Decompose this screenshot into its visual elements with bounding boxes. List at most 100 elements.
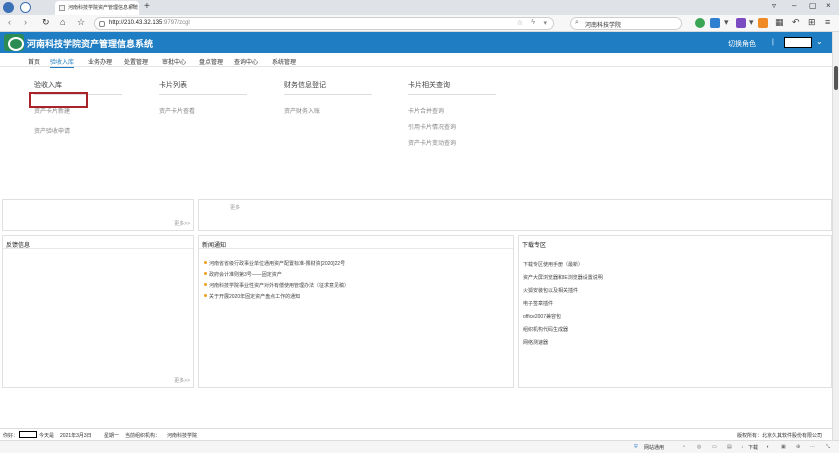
speed-mode-icon[interactable]: ϟ [531, 19, 535, 26]
nav-approval[interactable]: 审批中心 [162, 57, 186, 66]
download-item[interactable]: 组织机构代码生成器 [523, 326, 603, 333]
extension-purple-icon[interactable] [736, 18, 746, 28]
new-tab-icon[interactable]: + [144, 1, 150, 12]
browser-menu-icon[interactable] [20, 2, 31, 13]
menu-item-merge-query[interactable]: 卡片合并查询 [408, 106, 496, 115]
acceptance-menu: 验收入库 资产卡片新建 资产验收申请 卡片列表 资产卡片查看 财务信息登记 资产… [0, 68, 832, 198]
news-item[interactable]: 河南省省级行政事业单位通用资产配置标准-豫财资[2020]22号 [204, 260, 349, 267]
close-tab-icon[interactable]: × [131, 3, 135, 10]
download-item[interactable]: 资产大屏浏览器和IE浏览器设置说明 [523, 274, 603, 281]
scrollbar-thumb[interactable] [834, 66, 838, 90]
url-path: :9797/zcgl [162, 20, 190, 26]
menu-icon[interactable]: ≡ [825, 17, 830, 27]
download-panel: 下载专区 下载专区使用手册（最新） 资产大屏浏览器和IE浏览器设置说明 火狐安装… [518, 235, 832, 388]
news-item[interactable]: 政府会计准则第3号——固定资产 [204, 271, 349, 278]
back-icon[interactable]: ‹ [8, 17, 11, 27]
url-dropdown-icon[interactable]: ▾ [543, 19, 547, 27]
download-item[interactable]: 下载专区使用手册（最新） [523, 261, 603, 268]
browser-status-bar: ⛨ 网站通用 ◔ ◎ ▭ ▤ ↓ 下载 ◖ ▣ ⊕ ⋯ ⤡ [0, 440, 839, 453]
user-name-box[interactable] [784, 37, 812, 48]
download-item[interactable]: 火狐安装包以及相关插件 [523, 287, 603, 294]
more-link[interactable]: 更多 [230, 204, 240, 211]
search-icon: ⌕ [575, 19, 579, 26]
reload-icon[interactable]: ↻ [42, 17, 50, 28]
extension-dropdown-icon[interactable]: ▾ [749, 17, 754, 28]
more-link[interactable]: 更多>> [174, 220, 190, 227]
download-label[interactable]: 下载 [748, 444, 758, 451]
bell-icon[interactable]: ◔ [682, 444, 685, 450]
zoom-icon[interactable]: ⊕ [796, 444, 800, 450]
menu-column-header: 卡片列表 [159, 80, 247, 95]
nav-inventory[interactable]: 盘点管理 [199, 57, 223, 66]
news-panel: 新闻通知 河南省省级行政事业单位通用资产配置标准-豫财资[2020]22号 政府… [198, 235, 514, 388]
app-header: 河南科技学院资产管理信息系统 切换角色 | ⌄ [0, 32, 832, 53]
site-info-icon[interactable] [99, 21, 105, 27]
switch-role-button[interactable]: 切换角色 [728, 39, 756, 49]
tools-icon[interactable]: ▣ [781, 444, 786, 450]
menu-column-header: 财务信息登记 [284, 80, 372, 95]
vertical-scrollbar[interactable] [832, 32, 839, 440]
copyright-text: 版权所有：北京久其软件股份有限公司 [737, 433, 823, 439]
url-input[interactable]: http://210.43.32.135:9797/zcgl ☆ ϟ ▾ [94, 17, 554, 30]
browser-logo-icon[interactable] [3, 2, 14, 13]
chevron-down-icon[interactable]: ⌄ [816, 37, 823, 46]
news-list: 河南省省级行政事业单位通用资产配置标准-豫财资[2020]22号 政府会计准则第… [204, 260, 349, 304]
trash-icon[interactable]: ▤ [727, 444, 732, 450]
apps-grid-icon[interactable]: ▦ [775, 17, 784, 28]
nav-business[interactable]: 业务办理 [88, 57, 112, 66]
favorite-star-icon[interactable]: ☆ [517, 19, 523, 27]
close-window-icon[interactable]: × [826, 1, 831, 10]
news-item[interactable]: 河南科技学院事业性资产对外有偿使用管理办法（征求意见稿） [204, 282, 349, 289]
nav-home[interactable]: 首页 [28, 57, 40, 66]
url-host: http://210.43.32.135 [109, 20, 163, 26]
extension-orange-icon[interactable] [758, 18, 768, 28]
mute-icon[interactable]: ◖ [766, 444, 769, 450]
nav-query[interactable]: 查询中心 [234, 57, 258, 66]
bookmark-icon[interactable]: ☆ [77, 17, 85, 28]
browser-tab[interactable]: 河南科技学院资产管理信息系统 × [55, 1, 139, 15]
network-label[interactable]: 网站通用 [644, 444, 664, 451]
more-icon[interactable]: ⋯ [810, 444, 815, 450]
download-item[interactable]: 电子签章插件 [523, 300, 603, 307]
search-input[interactable]: ⌕ 河南科技学院 [570, 17, 682, 30]
print-icon[interactable]: ▭ [712, 444, 717, 450]
download-item[interactable]: office2007兼容包 [523, 313, 603, 320]
more-link[interactable]: 更多>> [174, 377, 190, 384]
address-bar-row: ‹ › ↻ ⌂ ☆ http://210.43.32.135:9797/zcgl… [0, 15, 839, 32]
home-icon[interactable]: ⌂ [60, 17, 65, 27]
maximize-icon[interactable]: ▢ [809, 1, 817, 10]
menu-item-reference-query[interactable]: 引用卡片情况查询 [408, 122, 496, 131]
forward-icon[interactable]: › [24, 17, 27, 27]
pin-icon[interactable]: ◎ [697, 444, 701, 450]
nav-disposal[interactable]: 处置管理 [124, 57, 148, 66]
download-list: 下载专区使用手册（最新） 资产大屏浏览器和IE浏览器设置说明 火狐安装包以及相关… [523, 261, 603, 352]
highlight-box [29, 92, 88, 108]
menu-item-change-query[interactable]: 资产卡片变动查询 [408, 138, 496, 147]
nav-acceptance[interactable]: 验收入库 [50, 57, 75, 68]
extension-green-icon[interactable] [695, 18, 705, 28]
menu-item-finance-entry[interactable]: 资产财务入账 [284, 106, 372, 115]
resize-icon[interactable]: ⤡ [826, 444, 830, 450]
undo-icon[interactable]: ↶ [792, 17, 800, 28]
greeting-label: 你好： [3, 433, 19, 439]
menu-column-card-query: 卡片相关查询 卡片合并查询 引用卡片情况查询 资产卡片变动查询 [408, 80, 496, 147]
download-icon[interactable]: ↓ [741, 444, 744, 450]
extension-blue-icon[interactable] [710, 18, 720, 28]
library-icon[interactable]: ⊞ [808, 17, 816, 28]
tab-list-icon[interactable]: ▿ [772, 1, 776, 10]
tab-title: 河南科技学院资产管理信息系统 [68, 5, 139, 11]
browser-tab-bar: 河南科技学院资产管理信息系统 × + ▿ – ▢ × [0, 0, 839, 15]
search-text: 河南科技学院 [585, 23, 622, 29]
minimize-icon[interactable]: – [792, 1, 796, 10]
news-item[interactable]: 关于开展2020年固定资产盘点工作的通知 [204, 293, 349, 300]
nav-system[interactable]: 系统管理 [272, 57, 296, 66]
download-item[interactable]: 网络测速器 [523, 339, 603, 346]
extension-menu-icon[interactable]: ▾ [724, 17, 729, 28]
menu-column-card-list: 卡片列表 资产卡片查看 [159, 80, 247, 115]
menu-item-card-view[interactable]: 资产卡片查看 [159, 106, 247, 115]
menu-column-finance: 财务信息登记 资产财务入账 [284, 80, 372, 115]
user-name-mask [19, 431, 37, 438]
shield-icon[interactable]: ⛨ [634, 444, 638, 450]
top-left-panel: 更多>> [2, 199, 194, 231]
menu-item-acceptance-request[interactable]: 资产验收申请 [34, 126, 122, 135]
